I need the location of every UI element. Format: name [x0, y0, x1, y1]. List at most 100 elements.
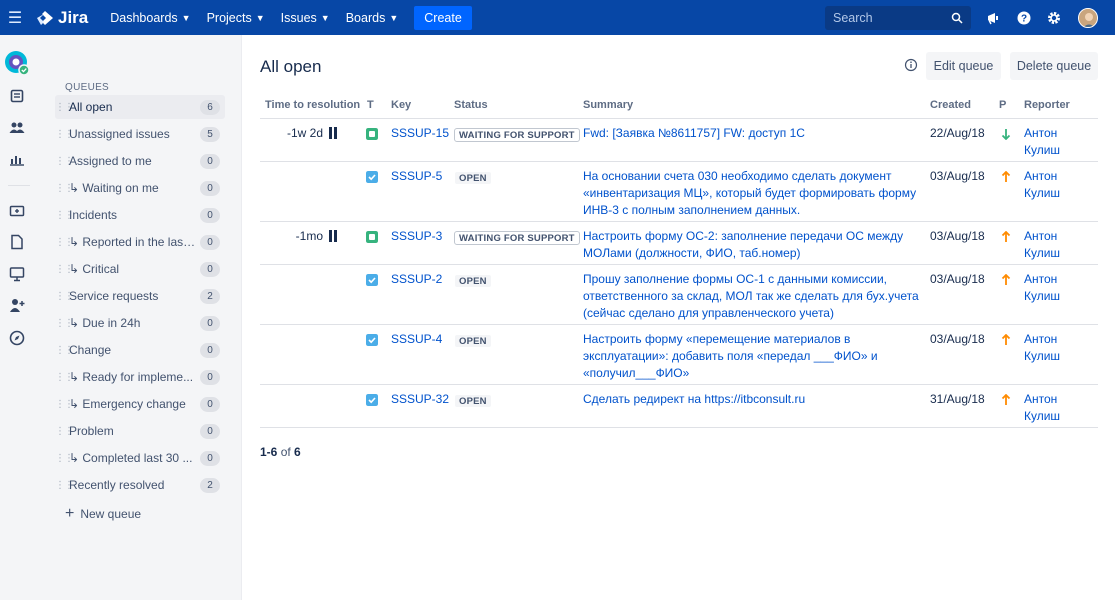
- column-header[interactable]: Status: [454, 99, 488, 119]
- drag-handle-icon[interactable]: ⋮⋮: [55, 183, 74, 194]
- invite-team-icon[interactable]: [8, 296, 26, 314]
- drag-handle-icon[interactable]: ⋮⋮: [55, 264, 74, 275]
- queue-item[interactable]: ⋮⋮ Unassigned issues 5: [55, 122, 225, 146]
- search-input[interactable]: Search: [825, 6, 971, 30]
- queue-item[interactable]: ⋮⋮ All open 6: [55, 95, 225, 119]
- reporter-link[interactable]: Антон: [1024, 125, 1057, 142]
- issue-key-link[interactable]: SSSUP-5: [391, 168, 442, 185]
- issue-summary-link[interactable]: ответственного за склад, МОЛ так же сдел…: [583, 288, 919, 305]
- queue-item[interactable]: ⋮⋮ Service requests 2: [55, 284, 225, 308]
- reporter-link[interactable]: Антон: [1024, 391, 1057, 408]
- queue-item[interactable]: ⋮⋮ Recently resolved 2: [55, 473, 225, 497]
- task-type-icon: [366, 334, 378, 346]
- create-button[interactable]: Create: [414, 5, 472, 30]
- settings-icon[interactable]: [1044, 8, 1064, 28]
- channels-icon[interactable]: [8, 265, 26, 283]
- issue-key-link[interactable]: SSSUP-15: [391, 125, 449, 142]
- column-header[interactable]: Created: [930, 99, 971, 119]
- issue-summary-link[interactable]: «получил___ФИО»: [583, 365, 689, 382]
- delete-queue-button[interactable]: Delete queue: [1010, 52, 1098, 80]
- issue-summary-link[interactable]: Настроить форму «перемещение материалов …: [583, 331, 850, 348]
- explore-icon[interactable]: [8, 329, 26, 347]
- new-queue-button[interactable]: + New queue: [65, 505, 141, 523]
- help-icon[interactable]: ?: [1014, 8, 1034, 28]
- column-header[interactable]: T: [367, 99, 374, 119]
- queue-item[interactable]: ⋮⋮ ↳ Waiting on me 0: [55, 176, 225, 200]
- reports-icon[interactable]: [8, 150, 26, 168]
- issue-summary-link[interactable]: Fwd: [Заявка №8611757] FW: доступ 1С: [583, 125, 805, 142]
- drag-handle-icon[interactable]: ⋮⋮: [55, 426, 74, 437]
- knowledge-base-icon[interactable]: [8, 233, 26, 251]
- drag-handle-icon[interactable]: ⋮⋮: [55, 453, 74, 464]
- issue-summary-link[interactable]: «инвентаризация МЦ», который будет форми…: [583, 185, 916, 202]
- issue-summary-link[interactable]: ИНВ-3 с полным заполнением данных.: [583, 202, 800, 219]
- queue-item[interactable]: ⋮⋮ Assigned to me 0: [55, 149, 225, 173]
- drag-handle-icon[interactable]: ⋮⋮: [55, 210, 74, 221]
- edit-queue-button[interactable]: Edit queue: [926, 52, 1001, 80]
- reporter-link[interactable]: Антон: [1024, 228, 1057, 245]
- queue-count-badge: 0: [200, 423, 220, 439]
- drag-handle-icon[interactable]: ⋮⋮: [55, 318, 74, 329]
- issue-summary-link[interactable]: эксплуатации»: добавить поля «передал __…: [583, 348, 878, 365]
- row-divider: [260, 427, 1098, 428]
- issue-key-link[interactable]: SSSUP-2: [391, 271, 442, 288]
- queue-item[interactable]: ⋮⋮ ↳ Emergency change 0: [55, 392, 225, 416]
- queue-item[interactable]: ⋮⋮ Problem 0: [55, 419, 225, 443]
- drag-handle-icon[interactable]: ⋮⋮: [55, 129, 74, 140]
- queues-icon[interactable]: [8, 87, 26, 105]
- issue-summary-link[interactable]: Прошу заполнение формы ОС-1 с данными ко…: [583, 271, 887, 288]
- avatar[interactable]: [1078, 8, 1098, 28]
- reporter-link[interactable]: Кулиш: [1024, 185, 1060, 202]
- reporter-link[interactable]: Кулиш: [1024, 245, 1060, 262]
- drag-handle-icon[interactable]: ⋮⋮: [55, 480, 74, 491]
- queue-item[interactable]: ⋮⋮ ↳ Due in 24h 0: [55, 311, 225, 335]
- info-icon[interactable]: [904, 58, 918, 72]
- column-header[interactable]: Summary: [583, 99, 633, 119]
- plus-icon: +: [65, 505, 75, 522]
- notifications-icon[interactable]: [984, 8, 1004, 28]
- nav-projects[interactable]: Projects ▼: [199, 0, 273, 35]
- reporter-link[interactable]: Кулиш: [1024, 408, 1060, 425]
- drag-handle-icon[interactable]: ⋮⋮: [55, 102, 74, 113]
- nav-boards[interactable]: Boards ▼: [338, 0, 407, 35]
- reporter-link[interactable]: Кулиш: [1024, 348, 1060, 365]
- project-avatar[interactable]: [4, 50, 30, 76]
- task-type-icon: [366, 394, 378, 406]
- queue-item[interactable]: ⋮⋮ ↳ Critical 0: [55, 257, 225, 281]
- reporter-link[interactable]: Кулиш: [1024, 142, 1060, 159]
- issue-key-link[interactable]: SSSUP-32: [391, 391, 449, 408]
- reporter-link[interactable]: Антон: [1024, 331, 1057, 348]
- drag-handle-icon[interactable]: ⋮⋮: [55, 345, 74, 356]
- menu-icon[interactable]: ☰: [0, 8, 30, 28]
- drag-handle-icon[interactable]: ⋮⋮: [55, 156, 74, 167]
- issue-key-link[interactable]: SSSUP-3: [391, 228, 442, 245]
- column-header[interactable]: Time to resolution: [265, 99, 360, 119]
- issue-summary-link[interactable]: Сделать редирект на https://itbconsult.r…: [583, 391, 805, 408]
- column-header[interactable]: P: [999, 99, 1006, 119]
- issue-summary-link[interactable]: Настроить форму ОС-2: заполнение передач…: [583, 228, 903, 245]
- queue-item[interactable]: ⋮⋮ ↳ Reported in the last... 0: [55, 230, 225, 254]
- drag-handle-icon[interactable]: ⋮⋮: [55, 372, 74, 383]
- issue-key-link[interactable]: SSSUP-4: [391, 331, 442, 348]
- column-header[interactable]: Key: [391, 99, 411, 119]
- queue-count-badge: 0: [200, 180, 220, 196]
- nav-dashboards[interactable]: Dashboards ▼: [102, 0, 198, 35]
- drag-handle-icon[interactable]: ⋮⋮: [55, 291, 74, 302]
- raise-request-icon[interactable]: [8, 202, 26, 220]
- reporter-link[interactable]: Кулиш: [1024, 288, 1060, 305]
- issue-summary-link[interactable]: МОЛами (должности, ФИО, таб.номер): [583, 245, 801, 262]
- queue-item[interactable]: ⋮⋮ ↳ Completed last 30 ... 0: [55, 446, 225, 470]
- queue-item[interactable]: ⋮⋮ ↳ Ready for impleme... 0: [55, 365, 225, 389]
- reporter-link[interactable]: Антон: [1024, 168, 1057, 185]
- queue-item[interactable]: ⋮⋮ Change 0: [55, 338, 225, 362]
- issue-summary-link[interactable]: На основании счета 030 необходимо сделат…: [583, 168, 891, 185]
- jira-logo[interactable]: Jira: [36, 8, 88, 28]
- reporter-link[interactable]: Антон: [1024, 271, 1057, 288]
- issue-summary-link[interactable]: (сейчас сделано для управленческого учет…: [583, 305, 834, 322]
- column-header[interactable]: Reporter: [1024, 99, 1070, 119]
- customers-icon[interactable]: [8, 119, 26, 137]
- drag-handle-icon[interactable]: ⋮⋮: [55, 237, 74, 248]
- nav-issues[interactable]: Issues ▼: [273, 0, 338, 35]
- drag-handle-icon[interactable]: ⋮⋮: [55, 399, 74, 410]
- queue-item[interactable]: ⋮⋮ Incidents 0: [55, 203, 225, 227]
